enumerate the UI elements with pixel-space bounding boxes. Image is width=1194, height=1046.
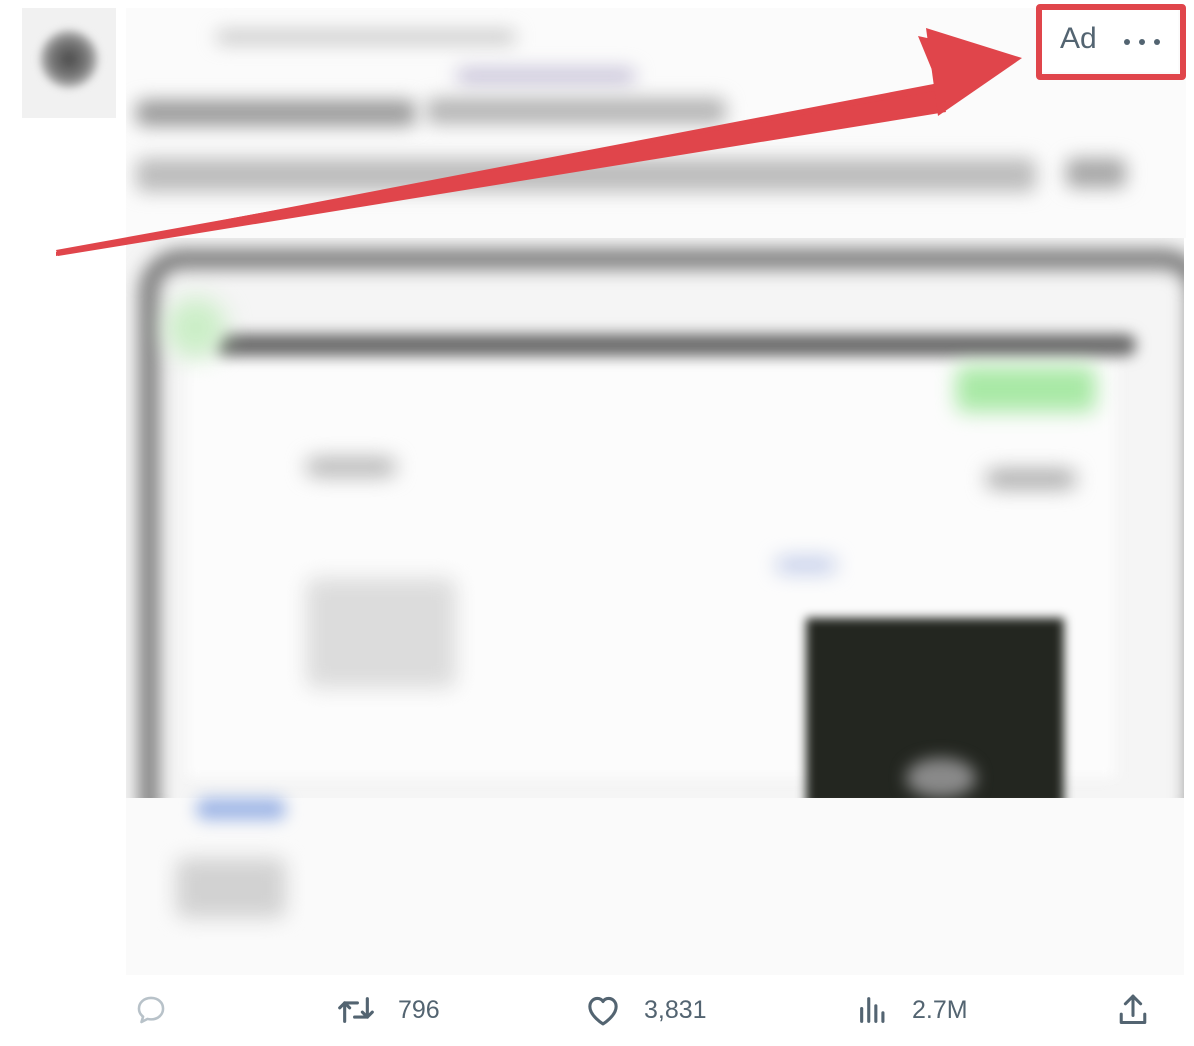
retweet-count: 796 xyxy=(398,995,440,1024)
avatar-image xyxy=(40,30,98,88)
avatar[interactable] xyxy=(22,8,116,118)
retweet-icon xyxy=(338,997,374,1023)
like-count: 3,831 xyxy=(644,995,707,1024)
tweet-text-blurred xyxy=(126,8,1186,238)
share-icon xyxy=(1119,994,1147,1024)
blurred-text xyxy=(986,470,1076,488)
annotation-highlight-box xyxy=(1036,4,1186,80)
blurred-text-line xyxy=(136,100,416,126)
blurred-text-line xyxy=(136,158,1036,192)
retweet-button[interactable]: 796 xyxy=(336,988,440,1032)
blurred-text xyxy=(306,458,396,476)
like-button[interactable]: 3,831 xyxy=(584,988,707,1032)
blurred-graphic xyxy=(306,578,456,688)
tweet-media-blurred[interactable] xyxy=(126,238,1184,975)
tweet-card: Ad 796 3,831 2.7M xyxy=(0,0,1194,1046)
blurred-text-line xyxy=(216,30,516,44)
blurred-text-line xyxy=(426,98,726,124)
blurred-link xyxy=(196,798,286,820)
views-count: 2.7M xyxy=(912,995,968,1024)
views-button[interactable]: 2.7M xyxy=(856,988,968,1032)
blurred-green-spot xyxy=(166,298,226,358)
share-button[interactable] xyxy=(1116,988,1150,1032)
reply-button[interactable] xyxy=(134,988,190,1032)
blurred-topbar xyxy=(216,334,1136,356)
blurred-text xyxy=(776,558,836,572)
blurred-text-line xyxy=(1066,158,1126,188)
analytics-icon xyxy=(860,997,885,1023)
reply-icon xyxy=(137,996,165,1024)
blurred-graphic xyxy=(176,858,286,918)
blurred-green-button xyxy=(956,366,1096,412)
heart-icon xyxy=(588,996,618,1026)
blurred-text-line xyxy=(456,68,636,84)
blurred-highlight xyxy=(906,758,976,798)
